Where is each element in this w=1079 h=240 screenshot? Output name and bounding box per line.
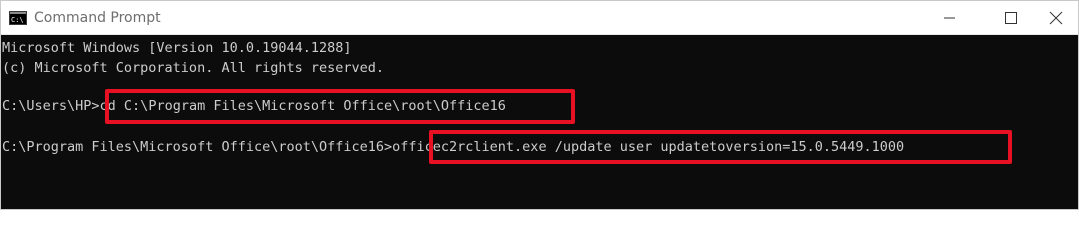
close-button[interactable] (1033, 1, 1078, 34)
title-bar[interactable]: C:\ Command Prompt (1, 1, 1078, 35)
highlight-box (429, 130, 1012, 164)
close-icon (1049, 11, 1063, 25)
maximize-button[interactable] (988, 1, 1034, 34)
window-title: Command Prompt (34, 10, 161, 26)
maximize-icon (1005, 12, 1017, 24)
minimize-icon (944, 17, 955, 19)
prompt: C:\Users\HP> (2, 98, 100, 114)
console-output[interactable]: Microsoft Windows [Version 10.0.19044.12… (1, 36, 1078, 209)
console-line: Microsoft Windows [Version 10.0.19044.12… (2, 40, 352, 56)
console-line: (c) Microsoft Corporation. All rights re… (2, 60, 385, 76)
cmd-icon: C:\ (9, 11, 27, 25)
command-prompt-window: C:\ Command Prompt Microsoft Windows [Ve… (0, 0, 1079, 210)
svg-text:C:\: C:\ (11, 16, 24, 24)
minimize-button[interactable] (926, 1, 972, 34)
highlight-box (105, 89, 575, 124)
prompt: C:\Program Files\Microsoft Office\root\O… (2, 139, 393, 155)
